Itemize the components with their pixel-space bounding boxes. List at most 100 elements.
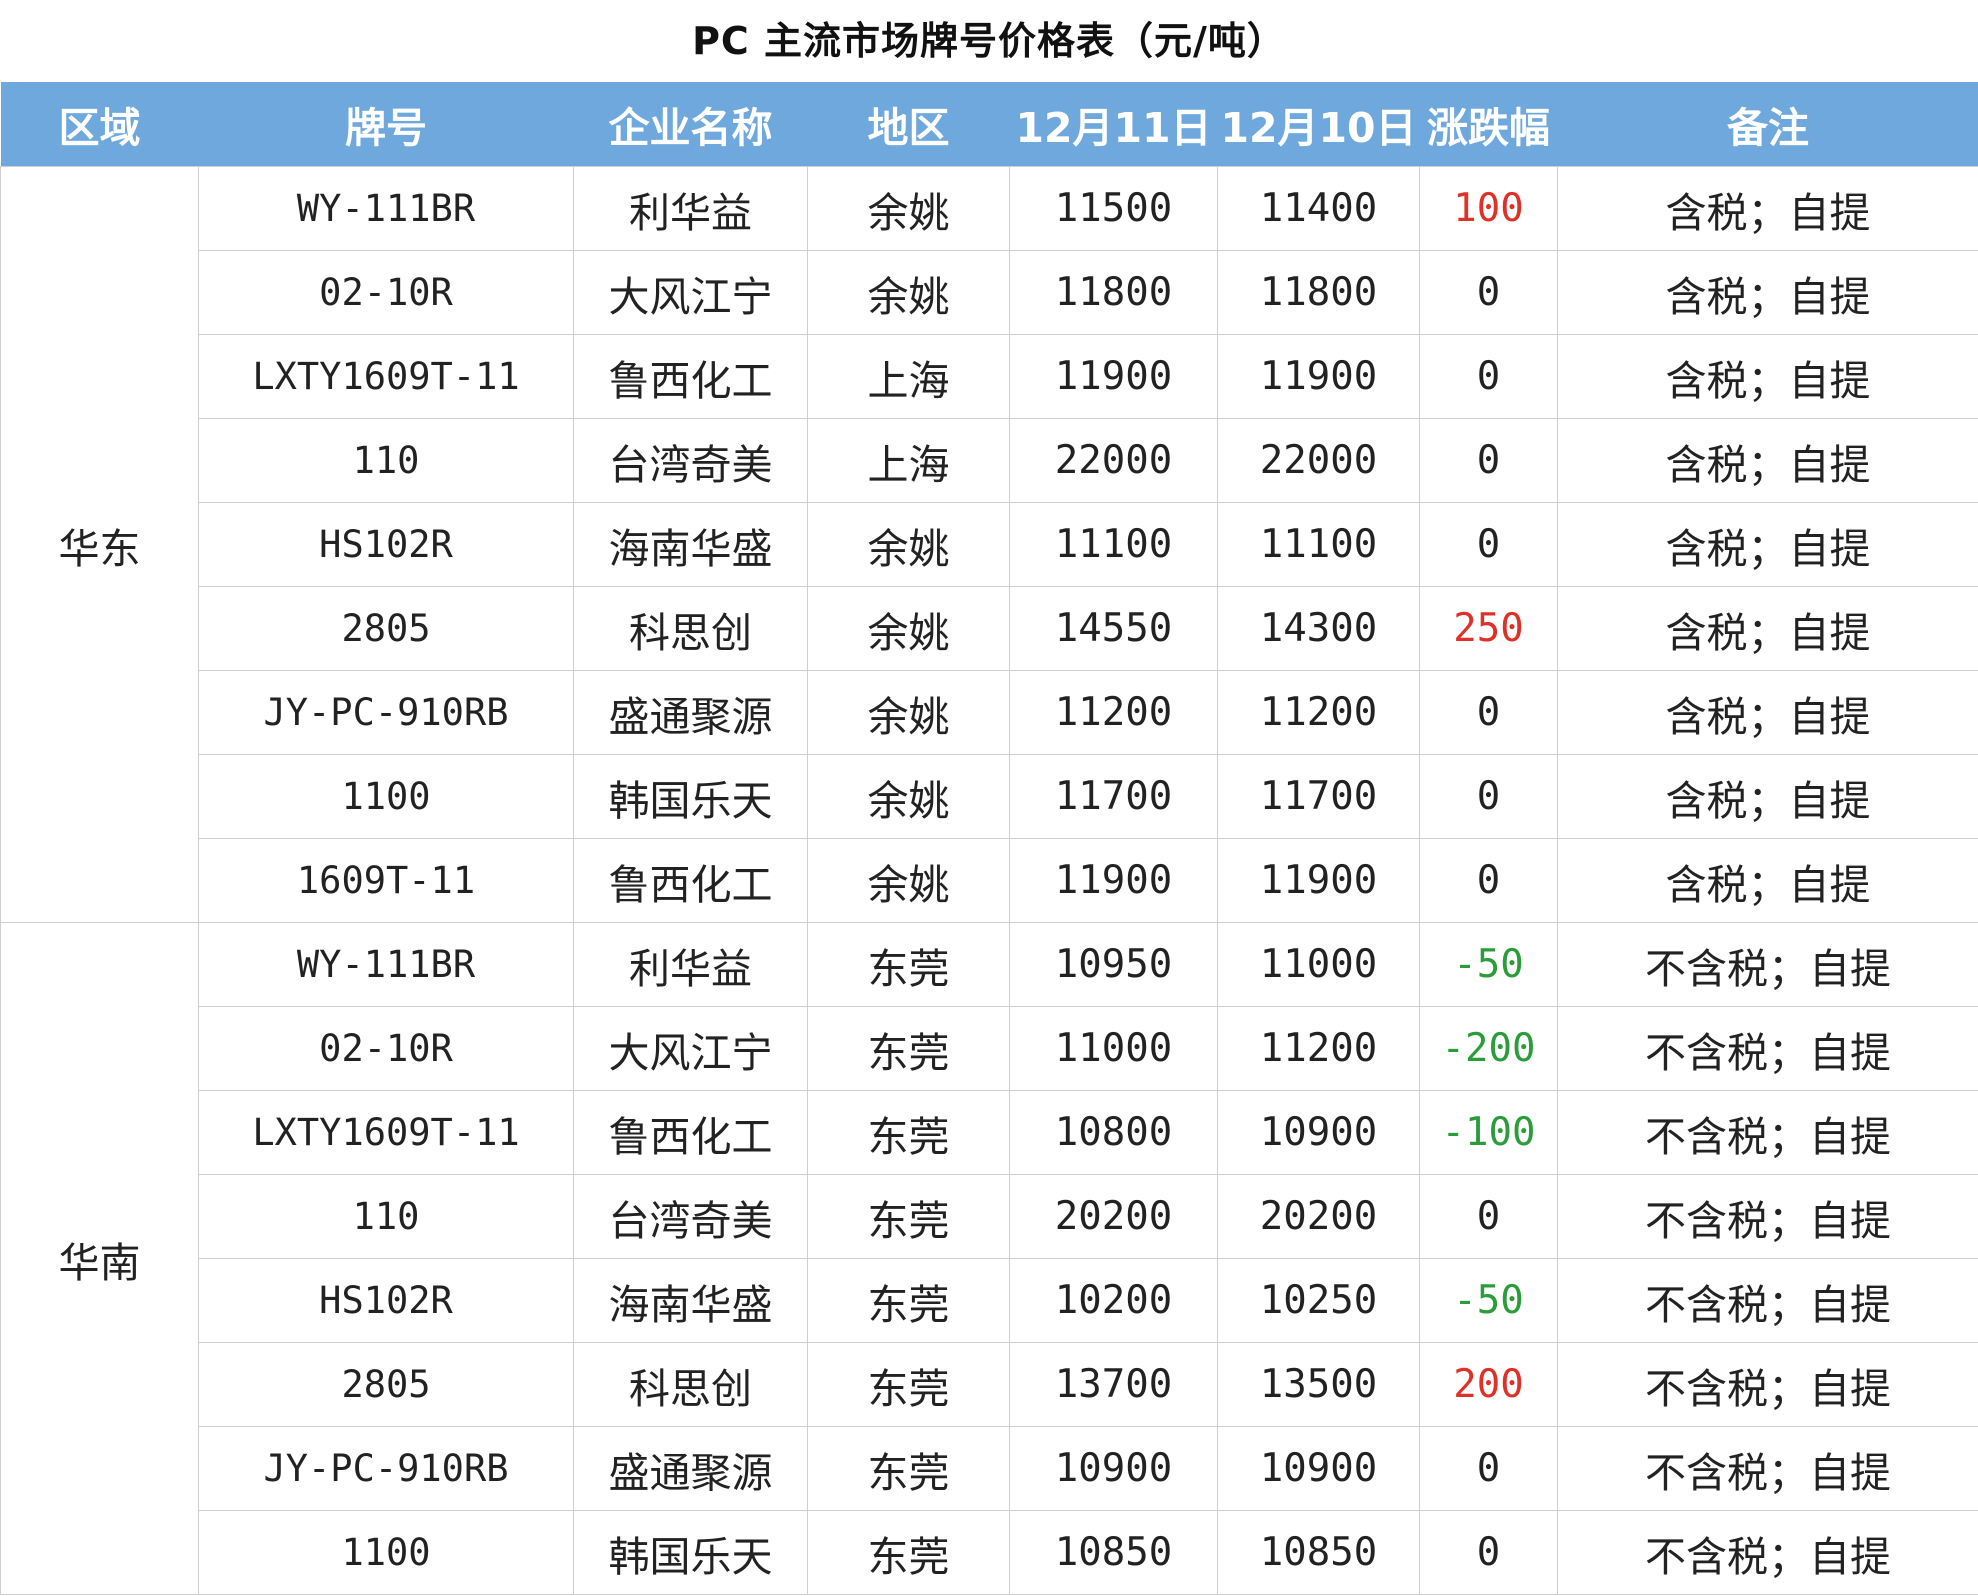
cell-company: 海南华盛 <box>573 502 808 587</box>
cell-change: -50 <box>1419 1258 1558 1343</box>
cell-note: 不含税；自提 <box>1557 1090 1978 1175</box>
header-region: 区域 <box>0 82 199 167</box>
cell-area: 余姚 <box>807 250 1010 335</box>
cell-price-dec11: 13700 <box>1009 1342 1218 1427</box>
cell-change: 0 <box>1419 418 1558 503</box>
cell-price-dec10: 14300 <box>1217 586 1420 671</box>
cell-price-dec11: 11100 <box>1009 502 1218 587</box>
cell-note: 不含税；自提 <box>1557 1510 1978 1595</box>
cell-note: 含税；自提 <box>1557 250 1978 335</box>
cell-company: 大风江宁 <box>573 250 808 335</box>
cell-brand: LXTY1609T-11 <box>198 1090 574 1175</box>
header-brand: 牌号 <box>198 82 574 167</box>
cell-price-dec10: 10900 <box>1217 1090 1420 1175</box>
cell-change: -200 <box>1419 1006 1558 1091</box>
table-row: 02-10R 大风江宁 余姚 11800 11800 0 含税；自提 <box>1 250 1978 335</box>
cell-price-dec10: 13500 <box>1217 1342 1420 1427</box>
table-row: JY-PC-910RB 盛通聚源 余姚 11200 11200 0 含税；自提 <box>1 670 1978 755</box>
cell-area: 东莞 <box>807 1174 1010 1259</box>
cell-company: 台湾奇美 <box>573 1174 808 1259</box>
table-row: 华南 WY-111BR 利华益 东莞 10950 11000 -50 不含税；自提 <box>0 922 1978 1595</box>
table-row: 1100 韩国乐天 余姚 11700 11700 0 含税；自提 <box>1 754 1978 839</box>
cell-change: 0 <box>1419 838 1558 923</box>
cell-note: 不含税；自提 <box>1557 1342 1978 1427</box>
cell-company: 科思创 <box>573 1342 808 1427</box>
cell-change: 0 <box>1419 1510 1558 1595</box>
cell-price-dec10: 22000 <box>1217 418 1420 503</box>
header-change: 涨跌幅 <box>1419 82 1558 167</box>
cell-area: 东莞 <box>807 1006 1010 1091</box>
cell-brand: WY-111BR <box>198 166 574 251</box>
cell-price-dec10: 11000 <box>1217 922 1420 1007</box>
cell-price-dec10: 20200 <box>1217 1174 1420 1259</box>
cell-change: 200 <box>1419 1342 1558 1427</box>
cell-change: 100 <box>1419 166 1558 251</box>
cell-company: 鲁西化工 <box>573 1090 808 1175</box>
cell-company: 盛通聚源 <box>573 670 808 755</box>
cell-brand: WY-111BR <box>198 922 574 1007</box>
cell-brand: JY-PC-910RB <box>198 670 574 755</box>
cell-company: 大风江宁 <box>573 1006 808 1091</box>
header-price-dec11: 12月11日 <box>1009 82 1218 167</box>
cell-price-dec10: 11200 <box>1217 670 1420 755</box>
cell-price-dec10: 11900 <box>1217 838 1420 923</box>
cell-company: 利华益 <box>573 922 808 1007</box>
cell-price-dec10: 11700 <box>1217 754 1420 839</box>
cell-brand: 02-10R <box>198 1006 574 1091</box>
header-row: 区域 牌号 企业名称 地区 12月11日 12月10日 涨跌幅 备注 <box>0 82 1978 167</box>
cell-area: 上海 <box>807 418 1010 503</box>
header-company: 企业名称 <box>573 82 808 167</box>
cell-company: 利华益 <box>573 166 808 251</box>
cell-price-dec10: 11100 <box>1217 502 1420 587</box>
page-title: PC 主流市场牌号价格表（元/吨） <box>692 19 1286 63</box>
cell-area: 余姚 <box>807 586 1010 671</box>
cell-change: 0 <box>1419 754 1558 839</box>
cell-area: 上海 <box>807 334 1010 419</box>
cell-company: 海南华盛 <box>573 1258 808 1343</box>
cell-brand: HS102R <box>198 1258 574 1343</box>
cell-price-dec10: 10250 <box>1217 1258 1420 1343</box>
cell-brand: JY-PC-910RB <box>198 1426 574 1511</box>
cell-change: 250 <box>1419 586 1558 671</box>
cell-note: 含税；自提 <box>1557 586 1978 671</box>
cell-price-dec11: 11000 <box>1009 1006 1218 1091</box>
cell-note: 含税；自提 <box>1557 418 1978 503</box>
table-row: JY-PC-910RB 盛通聚源 东莞 10900 10900 0 不含税；自提 <box>1 1426 1978 1511</box>
cell-note: 含税；自提 <box>1557 754 1978 839</box>
cell-change: 0 <box>1419 502 1558 587</box>
cell-note: 含税；自提 <box>1557 670 1978 755</box>
cell-note: 不含税；自提 <box>1557 922 1978 1007</box>
cell-price-dec10: 11800 <box>1217 250 1420 335</box>
cell-area: 东莞 <box>807 922 1010 1007</box>
cell-price-dec11: 10800 <box>1009 1090 1218 1175</box>
table-row: 110 台湾奇美 上海 22000 22000 0 含税；自提 <box>1 418 1978 503</box>
cell-company: 鲁西化工 <box>573 334 808 419</box>
header-area: 地区 <box>807 82 1010 167</box>
table-row: 2805 科思创 东莞 13700 13500 200 不含税；自提 <box>1 1342 1978 1427</box>
cell-price-dec11: 10200 <box>1009 1258 1218 1343</box>
table-row: LXTY1609T-11 鲁西化工 上海 11900 11900 0 含税；自提 <box>1 334 1978 419</box>
cell-note: 含税；自提 <box>1557 166 1978 251</box>
table-row: 2805 科思创 余姚 14550 14300 250 含税；自提 <box>1 586 1978 671</box>
table-row: HS102R 海南华盛 余姚 11100 11100 0 含税；自提 <box>1 502 1978 587</box>
cell-area: 东莞 <box>807 1342 1010 1427</box>
header-note: 备注 <box>1557 82 1978 167</box>
cell-change: 0 <box>1419 250 1558 335</box>
cell-note: 含税；自提 <box>1557 334 1978 419</box>
cell-company: 盛通聚源 <box>573 1426 808 1511</box>
cell-change: 0 <box>1419 1174 1558 1259</box>
cell-brand: 1100 <box>198 1510 574 1595</box>
cell-area: 余姚 <box>807 670 1010 755</box>
cell-company: 韩国乐天 <box>573 754 808 839</box>
cell-brand: 110 <box>198 1174 574 1259</box>
cell-price-dec11: 10850 <box>1009 1510 1218 1595</box>
cell-price-dec11: 22000 <box>1009 418 1218 503</box>
table-row: 110 台湾奇美 东莞 20200 20200 0 不含税；自提 <box>1 1174 1978 1259</box>
table-row: LXTY1609T-11 鲁西化工 东莞 10800 10900 -100 不含税；自提 <box>1 1090 1978 1175</box>
cell-price-dec10: 10900 <box>1217 1426 1420 1511</box>
cell-price-dec11: 11500 <box>1009 166 1218 251</box>
cell-note: 不含税；自提 <box>1557 1174 1978 1259</box>
cell-price-dec11: 11900 <box>1009 838 1218 923</box>
cell-area: 余姚 <box>807 754 1010 839</box>
table-row: 1100 韩国乐天 东莞 10850 10850 0 不含税；自提 <box>1 1510 1978 1595</box>
